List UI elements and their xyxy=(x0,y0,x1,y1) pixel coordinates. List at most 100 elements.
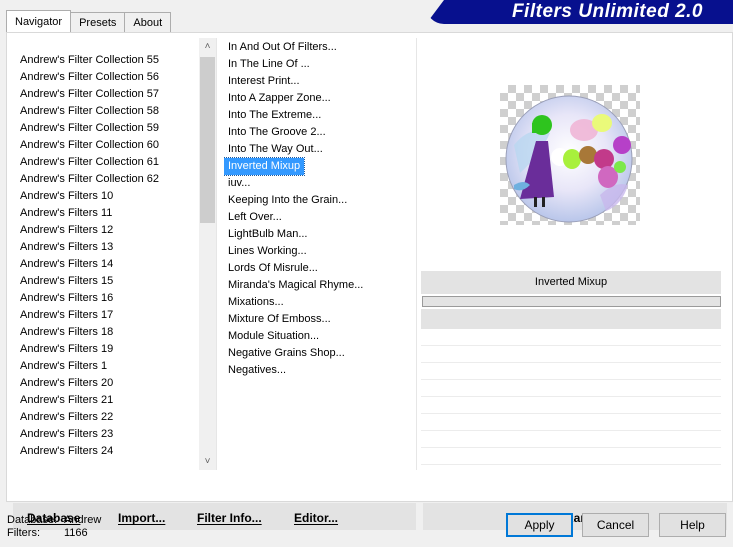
category-item[interactable]: Andrew's Filters 11 xyxy=(19,205,199,222)
scrollbar-thumb[interactable] xyxy=(200,57,215,223)
filter-item[interactable]: In The Line Of ... xyxy=(224,56,314,73)
category-item[interactable]: Andrew's Filters 12 xyxy=(19,222,199,239)
filter-item[interactable]: Mixture Of Emboss... xyxy=(224,311,335,328)
category-item[interactable]: Andrew's Filter Collection 55 xyxy=(19,52,199,69)
filter-parameters xyxy=(421,329,721,469)
category-item[interactable]: Andrew's Filters 16 xyxy=(19,290,199,307)
filter-row: Into The Groove 2... xyxy=(224,124,416,141)
filter-item[interactable]: Interest Print... xyxy=(224,73,304,90)
category-item[interactable]: Andrew's Filters 15 xyxy=(19,273,199,290)
category-item[interactable]: Andrew's Filter Collection 61 xyxy=(19,154,199,171)
filter-item[interactable]: Left Over... xyxy=(224,209,286,226)
editor-button[interactable]: Editor... xyxy=(294,503,338,530)
filter-row: Module Situation... xyxy=(224,328,416,345)
filter-item[interactable]: Into The Way Out... xyxy=(224,141,327,158)
status-database: Database: Andrew xyxy=(7,514,101,527)
selected-filter-title: Inverted Mixup xyxy=(421,271,721,294)
filter-item[interactable]: LightBulb Man... xyxy=(224,226,312,243)
chevron-down-icon[interactable]: ˅ xyxy=(199,453,216,470)
filter-row: Interest Print... xyxy=(224,73,416,90)
filter-item[interactable]: Into The Groove 2... xyxy=(224,124,330,141)
filter-row: Negatives... xyxy=(224,362,416,379)
parameter-row xyxy=(421,329,721,346)
category-item[interactable]: Andrew's Filters 20 xyxy=(19,375,199,392)
filter-item[interactable]: Into The Extreme... xyxy=(224,107,325,124)
filter-row: Mixture Of Emboss... xyxy=(224,311,416,328)
category-item[interactable]: Andrew's Filters 21 xyxy=(19,392,199,409)
category-item[interactable]: Andrew's Filters 1 xyxy=(19,358,199,375)
category-item[interactable]: Andrew's Filters 13 xyxy=(19,239,199,256)
filter-row: Lines Working... xyxy=(224,243,416,260)
filter-item[interactable]: iuv... xyxy=(224,175,254,192)
category-item[interactable]: Andrew's Filters 10 xyxy=(19,188,199,205)
tab-about[interactable]: About xyxy=(124,12,172,32)
category-item[interactable]: Andrew's Filters 19 xyxy=(19,341,199,358)
parameter-row xyxy=(421,431,721,448)
category-item[interactable]: Andrew's Filter Collection 60 xyxy=(19,137,199,154)
preview-image xyxy=(500,85,640,225)
category-item[interactable]: Andrew's Filters 17 xyxy=(19,307,199,324)
parameter-row xyxy=(421,414,721,431)
parameter-row xyxy=(421,346,721,363)
filter-item[interactable]: Negative Grains Shop... xyxy=(224,345,349,362)
filter-row: iuv... xyxy=(224,175,416,192)
preview-artwork xyxy=(505,95,633,223)
navigator-panel: Andrew's Filter Collection 55 Andrew's Fi… xyxy=(6,32,733,530)
tab-presets[interactable]: Presets xyxy=(70,12,126,32)
filter-item[interactable]: Lords Of Misrule... xyxy=(224,260,322,277)
filter-list[interactable]: In And Out Of Filters... In The Line Of .… xyxy=(224,39,416,439)
app-title: Filters Unlimited 2.0 xyxy=(511,1,703,22)
filter-item[interactable]: In And Out Of Filters... xyxy=(224,39,341,56)
filter-item[interactable]: Module Situation... xyxy=(224,328,323,345)
apply-button[interactable]: Apply xyxy=(506,513,573,537)
filter-row: LightBulb Man... xyxy=(224,226,416,243)
category-item[interactable]: Andrew's Filters 23 xyxy=(19,426,199,443)
category-item[interactable]: Andrew's Filter Collection 62 xyxy=(19,171,199,188)
status-database-value: Andrew xyxy=(64,514,102,526)
category-item[interactable]: Andrew's Filters 22 xyxy=(19,409,199,426)
category-item[interactable]: Andrew's Filter Collection 57 xyxy=(19,86,199,103)
filter-row: Into The Way Out... xyxy=(224,141,416,158)
category-item[interactable]: Andrew's Filters 24 xyxy=(19,443,199,460)
help-button[interactable]: Help xyxy=(659,513,726,537)
category-item[interactable]: Andrew's Filter Collection 58 xyxy=(19,103,199,120)
list-divider xyxy=(416,38,417,470)
filter-row: Keeping Into the Grain... xyxy=(224,192,416,209)
filter-item[interactable]: Miranda's Magical Rhyme... xyxy=(224,277,367,294)
category-item[interactable]: Andrew's Filter Collection 56 xyxy=(19,69,199,86)
filter-row: Into A Zapper Zone... xyxy=(224,90,416,107)
status-filters-label: Filters: xyxy=(7,527,40,539)
category-item[interactable]: Andrew's Filters 14 xyxy=(19,256,199,273)
filter-row: In And Out Of Filters... xyxy=(224,39,416,56)
filter-row: Left Over... xyxy=(224,209,416,226)
category-scrollbar[interactable]: ˄ ˅ xyxy=(199,38,216,470)
category-item[interactable]: Andrew's Filters 18 xyxy=(19,324,199,341)
filter-row: Into The Extreme... xyxy=(224,107,416,124)
tab-navigator[interactable]: Navigator xyxy=(6,10,72,32)
filter-info-button[interactable]: Filter Info... xyxy=(197,503,262,530)
chevron-up-icon[interactable]: ˄ xyxy=(199,38,216,55)
filter-item[interactable]: Lines Working... xyxy=(224,243,311,260)
status-database-label: Database: xyxy=(7,514,58,526)
filter-control-bar xyxy=(422,296,721,307)
filter-row: Negative Grains Shop... xyxy=(224,345,416,362)
status-filters-value: 1166 xyxy=(64,527,88,539)
status-filters: Filters: 1166 xyxy=(7,527,88,540)
filter-item[interactable]: Into A Zapper Zone... xyxy=(224,90,335,107)
filter-row: Lords Of Misrule... xyxy=(224,260,416,277)
filter-row: In The Line Of ... xyxy=(224,56,416,73)
category-item[interactable]: Andrew's Filter Collection 59 xyxy=(19,120,199,137)
list-divider xyxy=(216,38,217,470)
filter-item[interactable]: Mixations... xyxy=(224,294,288,311)
cancel-button[interactable]: Cancel xyxy=(582,513,649,537)
filter-item[interactable]: Keeping Into the Grain... xyxy=(224,192,351,209)
parameter-row xyxy=(421,363,721,380)
filter-info-strip xyxy=(421,309,721,329)
parameter-row xyxy=(421,397,721,414)
filter-row: Miranda's Magical Rhyme... xyxy=(224,277,416,294)
category-list[interactable]: Andrew's Filter Collection 55 Andrew's Fi… xyxy=(19,52,199,467)
import-button[interactable]: Import... xyxy=(118,503,165,530)
filter-row: Inverted Mixup xyxy=(224,157,416,176)
filter-item[interactable]: Negatives... xyxy=(224,362,290,379)
filter-item[interactable]: Inverted Mixup xyxy=(224,157,306,176)
